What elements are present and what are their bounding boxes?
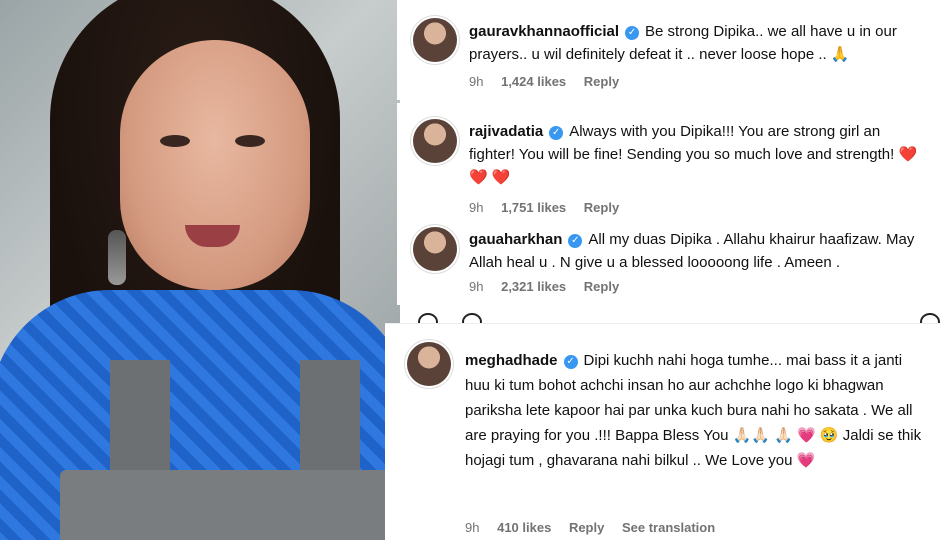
comment-username[interactable]: meghadhade — [465, 352, 558, 369]
verified-badge-icon: ✓ — [625, 26, 640, 40]
comment-text-block: meghadhade ✓ Dipi kuchh nahi hoga tumhe...… — [465, 348, 925, 473]
comment-meta: 9h 1,751 likes Reply — [469, 200, 633, 215]
comment-meta: 9h 410 likes Reply See translation — [465, 520, 729, 535]
comment-likes[interactable]: 410 likes — [497, 520, 551, 535]
reply-button[interactable]: Reply — [584, 74, 619, 89]
comment-panel-3: gauaharkhan ✓ All my duas Dipika . Allahu … — [397, 215, 940, 305]
photo-bib — [60, 470, 390, 540]
comment-time: 9h — [465, 520, 480, 535]
comment-body: Dipi kuchh nahi hoga tumhe... mai bass i… — [465, 352, 922, 469]
verified-badge-icon: ✓ — [563, 355, 578, 369]
avatar[interactable] — [407, 342, 451, 386]
comment-likes[interactable]: 1,751 likes — [501, 200, 566, 215]
avatar[interactable] — [413, 119, 457, 163]
comment-meta: 9h 2,321 likes Reply — [469, 279, 633, 294]
comment-text-block: gauaharkhan ✓ All my duas Dipika . Allahu … — [469, 228, 929, 274]
comment-meta: 9h 1,424 likes Reply — [469, 74, 633, 89]
verified-badge-icon: ✓ — [549, 126, 564, 140]
comment-panel-4: meghadhade ✓ Dipi kuchh nahi hoga tumhe...… — [385, 323, 940, 541]
photo-face — [120, 40, 310, 290]
comment-likes[interactable]: 1,424 likes — [501, 74, 566, 89]
comment-time: 9h — [469, 200, 484, 215]
see-translation-link[interactable]: See translation — [622, 520, 715, 535]
comment-text-block: rajivadatia ✓ Always with you Dipika!!! Yo… — [469, 120, 929, 189]
comment-text-block: gauravkhannaofficial ✓ Be strong Dipika.. … — [469, 20, 929, 66]
comment-time: 9h — [469, 279, 484, 294]
photo-eye-left — [160, 135, 190, 147]
verified-badge-icon: ✓ — [568, 234, 583, 248]
reply-button[interactable]: Reply — [569, 520, 604, 535]
comment-username[interactable]: gauravkhannaofficial — [469, 23, 619, 40]
photo-eye-right — [235, 135, 265, 147]
profile-photo — [0, 0, 400, 540]
comment-panel-1: gauravkhannaofficial ✓ Be strong Dipika.. … — [397, 0, 940, 100]
avatar[interactable] — [413, 227, 457, 271]
comment-time: 9h — [469, 74, 484, 89]
avatar[interactable] — [413, 18, 457, 62]
comment-likes[interactable]: 2,321 likes — [501, 279, 566, 294]
comment-panel-2: rajivadatia ✓ Always with you Dipika!!! Yo… — [397, 103, 940, 215]
reply-button[interactable]: Reply — [584, 279, 619, 294]
comment-username[interactable]: rajivadatia — [469, 123, 543, 140]
post-actions-strip — [410, 303, 940, 331]
comment-username[interactable]: gauaharkhan — [469, 231, 562, 248]
reply-button[interactable]: Reply — [584, 200, 619, 215]
photo-earring — [108, 230, 126, 285]
